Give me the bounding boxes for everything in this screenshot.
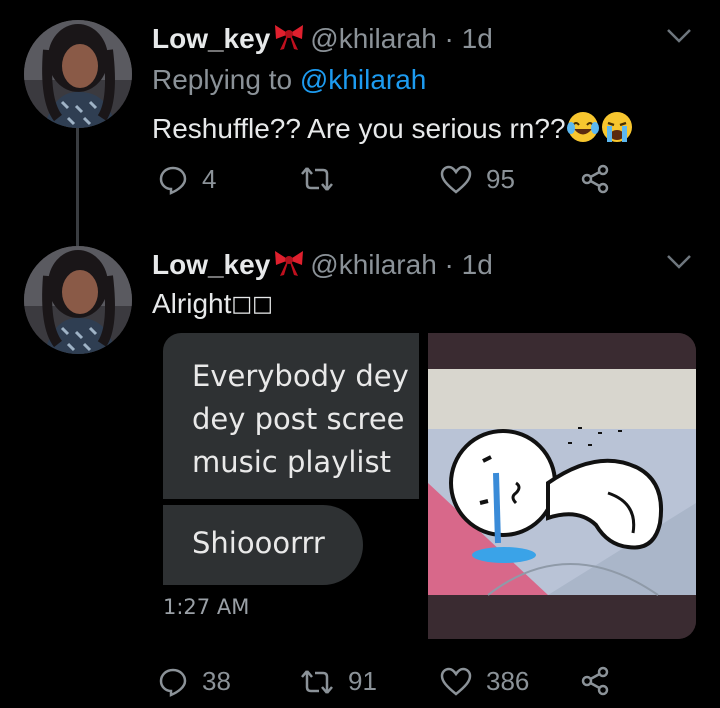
avatar[interactable]	[24, 20, 132, 128]
handle-and-time[interactable]: @khilarah · 1d	[310, 23, 493, 54]
heart-icon	[440, 165, 472, 194]
face-with-tears-of-joy-icon	[566, 110, 600, 151]
retweet-count: 91	[348, 666, 377, 696]
tweet-header: Low_key @khilarah · 1d	[152, 248, 493, 285]
tweet-text: Alright□□	[152, 288, 273, 320]
share-icon	[581, 666, 609, 696]
tweet-header: Low_key @khilarah · 1d	[152, 22, 493, 59]
reply-icon	[159, 668, 187, 697]
like-button[interactable]: 386	[440, 666, 529, 697]
share-button[interactable]	[580, 164, 610, 194]
retweet-icon	[301, 669, 333, 694]
reply-icon	[159, 166, 187, 195]
display-name[interactable]: Low_key	[152, 23, 270, 54]
display-name[interactable]: Low_key	[152, 249, 270, 280]
like-count: 386	[486, 666, 530, 696]
chat-message-1: Everybody dey dey post scree music playl…	[192, 359, 409, 479]
reply-button[interactable]: 38	[158, 666, 231, 697]
ribbon-icon	[272, 22, 306, 59]
share-button[interactable]	[580, 666, 610, 696]
chat-bubble-2: Shiooorrr	[163, 505, 363, 585]
replying-to: Replying to @khilarah	[152, 64, 426, 96]
reply-count: 4	[202, 164, 217, 194]
heart-icon	[440, 667, 472, 696]
chevron-down-icon[interactable]	[666, 28, 692, 49]
ribbon-icon	[272, 248, 306, 285]
retweet-button[interactable]: 91	[300, 666, 377, 697]
chat-message-2: Shiooorrr	[192, 526, 325, 560]
tweet-reply-1[interactable]: Low_key @khilarah · 1d Replying to @khila…	[0, 0, 720, 240]
crying-sticker-image	[428, 333, 696, 639]
loudly-crying-face-icon	[600, 110, 634, 151]
tweet-text-content: Reshuffle?? Are you serious rn??	[152, 113, 566, 144]
reply-button[interactable]: 4	[158, 164, 216, 195]
tweet-text-content: Alright	[152, 288, 232, 319]
retweet-button[interactable]	[300, 164, 348, 194]
like-button[interactable]: 95	[440, 164, 515, 195]
like-count: 95	[486, 164, 515, 194]
avatar[interactable]	[24, 246, 132, 354]
tweet-text: Reshuffle?? Are you serious rn??	[152, 110, 634, 151]
share-icon	[581, 164, 609, 194]
chat-timestamp: 1:27 AM	[163, 595, 250, 619]
handle-and-time[interactable]: @khilarah · 1d	[310, 249, 493, 280]
replying-handle-link[interactable]: @khilarah	[300, 64, 426, 95]
chat-bubble-1: Everybody dey dey post scree music playl…	[163, 333, 419, 499]
chevron-down-icon[interactable]	[666, 254, 692, 275]
retweet-icon	[301, 167, 333, 191]
reply-count: 38	[202, 666, 231, 696]
tweet-reply-2[interactable]: Low_key @khilarah · 1d Alright□□ Everybod…	[0, 240, 720, 708]
unrendered-glyphs: □□	[231, 292, 273, 317]
replying-prefix: Replying to	[152, 64, 293, 95]
tweet-media-image[interactable]: Everybody dey dey post scree music playl…	[163, 333, 696, 639]
